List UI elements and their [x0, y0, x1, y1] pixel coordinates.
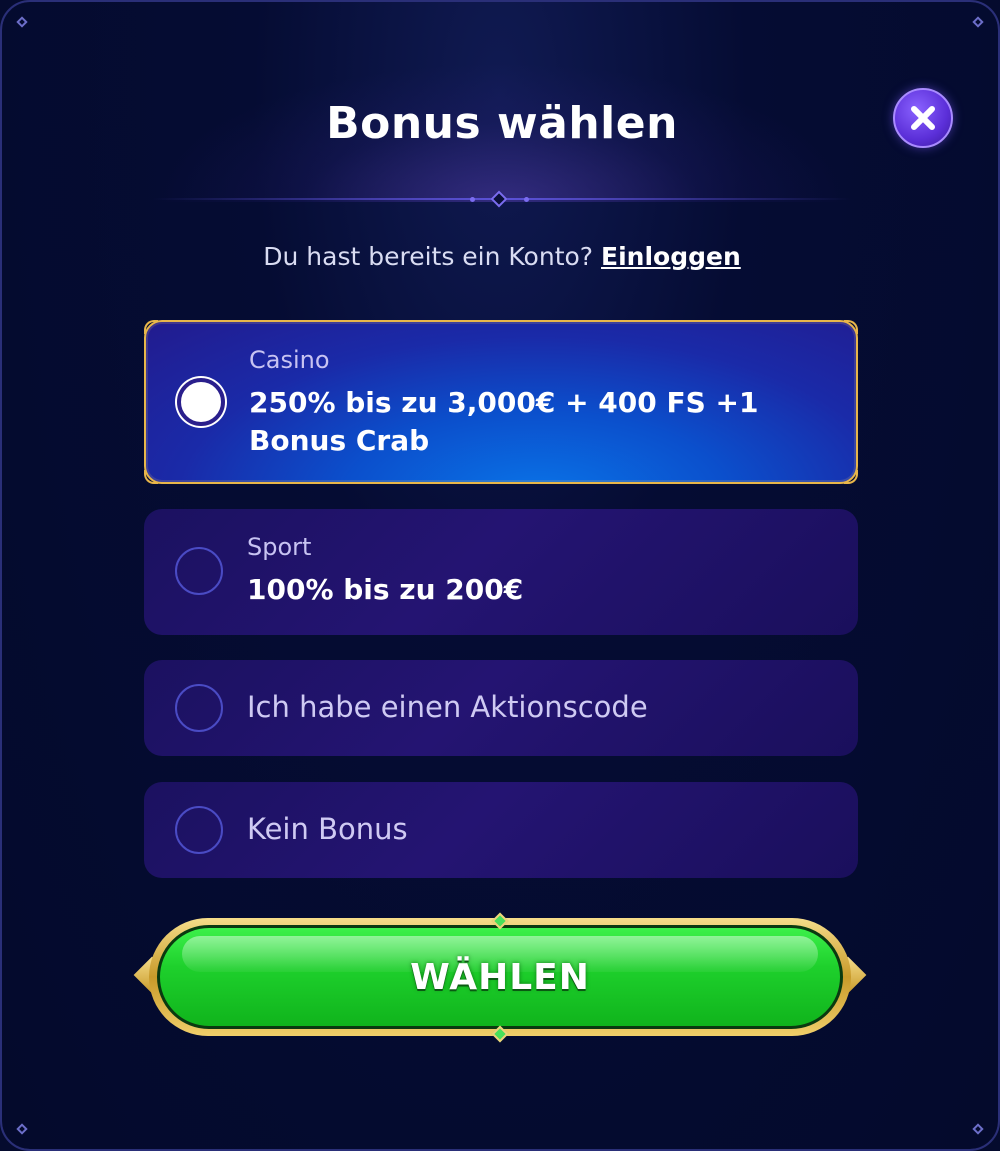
submit-button[interactable]: WÄHLEN: [157, 925, 843, 1029]
close-button[interactable]: [893, 88, 953, 148]
submit-button-frame: WÄHLEN: [133, 912, 867, 1043]
gold-corner-ornament: [844, 320, 858, 334]
bonus-option-promo-code[interactable]: Ich habe einen Aktionscode: [144, 660, 858, 756]
divider-dot: [524, 197, 529, 202]
option-category: Casino: [249, 346, 330, 374]
bonus-modal: Bonus wählen Du hast bereits ein Konto? …: [0, 0, 1000, 1151]
radio-button[interactable]: [175, 806, 223, 854]
divider-dot: [470, 197, 475, 202]
login-prompt: Du hast bereits ein Konto? Einloggen: [2, 242, 998, 271]
option-offer-line1: 250% bis zu 3,000€ + 400 FS +1: [249, 386, 759, 419]
radio-button[interactable]: [175, 547, 223, 595]
option-label: Kein Bonus: [247, 812, 408, 846]
bonus-option-no-bonus[interactable]: Kein Bonus: [144, 782, 858, 878]
bonus-option-sport[interactable]: Sport 100% bis zu 200€: [144, 509, 858, 635]
option-offer-line2: Bonus Crab: [249, 424, 430, 457]
radio-button[interactable]: [175, 684, 223, 732]
close-icon: [911, 106, 935, 130]
gold-corner-ornament: [144, 320, 158, 334]
submit-button-label: WÄHLEN: [410, 956, 590, 998]
login-link[interactable]: Einloggen: [601, 242, 741, 271]
option-offer-line1: 100% bis zu 200€: [247, 573, 524, 606]
option-label: Ich habe einen Aktionscode: [247, 690, 648, 724]
modal-title: Bonus wählen: [326, 98, 678, 149]
gold-corner-ornament: [144, 470, 158, 484]
gold-corner-ornament: [844, 470, 858, 484]
login-question: Du hast bereits ein Konto?: [263, 242, 594, 271]
option-category: Sport: [247, 533, 312, 561]
radio-button-selected[interactable]: [177, 378, 225, 426]
bonus-option-casino[interactable]: Casino 250% bis zu 3,000€ + 400 FS +1 Bo…: [144, 320, 858, 484]
